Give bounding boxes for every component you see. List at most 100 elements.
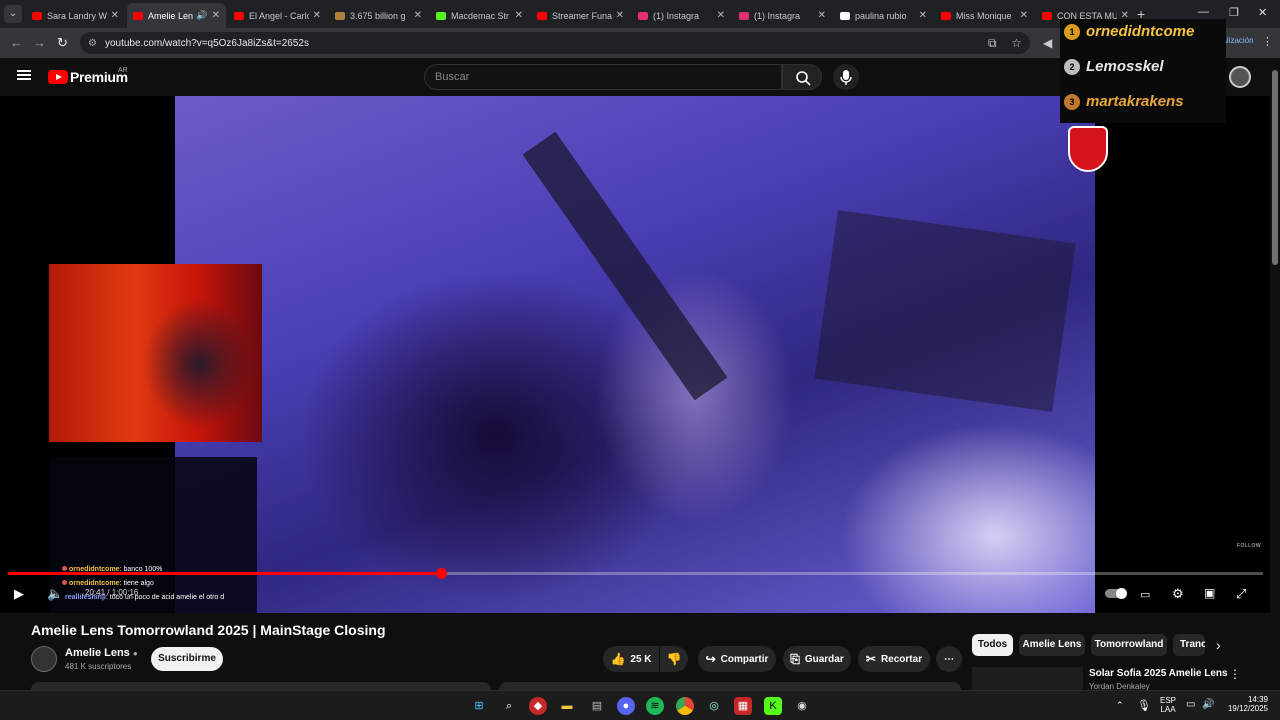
app-icon[interactable]: ◎	[705, 697, 723, 715]
like-button[interactable]: 👍 25 K	[603, 646, 659, 672]
windows-taskbar: ⊞ ⌕ ◆ ▬ ▤ ● ≋ ◎ ▦ K ◉ ⌃ 🎙 ESP LAA ▭ 🔊 14:…	[0, 690, 1280, 720]
settings-gear-icon[interactable]: ⚙	[1172, 586, 1184, 602]
close-window-icon[interactable]: ✕	[1258, 6, 1267, 19]
browser-tab[interactable]: paulina rubio ✕	[834, 3, 933, 28]
progress-scrubber[interactable]	[435, 568, 447, 579]
play-icon[interactable]: ▶	[14, 586, 24, 602]
tab-close-icon[interactable]: ✕	[111, 10, 119, 21]
more-icon[interactable]: ⋮	[1229, 667, 1241, 681]
recommendation-title[interactable]: Solar Sofia 2025 Amelie Lens	[1089, 668, 1228, 679]
tab-close-icon[interactable]: ✕	[616, 10, 624, 21]
network-icon[interactable]: ▭	[1186, 699, 1195, 710]
chip-trance[interactable]: Trance	[1173, 634, 1205, 656]
browser-tab[interactable]: Streamer Funa ✕	[531, 3, 630, 28]
tab-close-icon[interactable]: ✕	[1020, 10, 1028, 21]
tab-favicon-icon	[941, 11, 951, 20]
description-box[interactable]	[31, 682, 491, 690]
tab-title: 3.675 billion g	[350, 10, 406, 21]
tab-close-icon[interactable]: ✕	[515, 10, 523, 21]
address-bar[interactable]: ⚙ youtube.com/watch?v=q5Oz6Ja8iZs&t=2652…	[80, 32, 1030, 54]
search-input[interactable]: Buscar	[424, 64, 782, 90]
chrome-icon[interactable]	[676, 697, 694, 715]
install-app-icon[interactable]: ⧉	[988, 36, 997, 51]
recommendation-thumbnail[interactable]	[972, 667, 1083, 690]
media-app-icon[interactable]: ▦	[734, 697, 752, 715]
bookmark-star-icon[interactable]: ☆	[1011, 36, 1022, 50]
tab-title: El Angel - Carlo	[249, 10, 309, 21]
tab-audio-icon[interactable]: 🔊	[196, 10, 207, 21]
folder-app-icon[interactable]: ▤	[588, 697, 606, 715]
more-actions-button[interactable]: ⋯	[936, 646, 962, 672]
tab-close-icon[interactable]: ✕	[212, 10, 220, 21]
page-scrollbar[interactable]	[1270, 58, 1280, 690]
chip-all[interactable]: Todos	[972, 634, 1013, 656]
search-icon[interactable]: ⌕	[500, 697, 518, 715]
spotify-icon[interactable]: ≋	[646, 697, 664, 715]
tab-close-icon[interactable]: ✕	[919, 10, 927, 21]
youtube-logo-icon[interactable]	[48, 70, 68, 84]
account-avatar[interactable]	[1229, 66, 1251, 88]
chat-message: ornedidntcome: tiene algo	[62, 580, 154, 587]
volume-icon[interactable]: 🔈	[47, 586, 63, 602]
autoplay-toggle[interactable]	[1105, 588, 1127, 599]
windows-start-icon[interactable]: ⊞	[470, 697, 488, 715]
obs-icon[interactable]: ◉	[793, 697, 811, 715]
miniplayer-icon[interactable]: ▣	[1204, 586, 1215, 600]
file-explorer-icon[interactable]: ▬	[558, 697, 576, 715]
subscribe-button[interactable]: Suscribirme	[151, 647, 223, 671]
tab-title: paulina rubio	[855, 10, 907, 21]
kick-icon[interactable]: K	[764, 697, 782, 715]
browser-tab[interactable]: Miss Monique ✕	[935, 3, 1034, 28]
site-info-icon[interactable]: ⚙	[88, 38, 97, 49]
tab-close-icon[interactable]: ✕	[717, 10, 725, 21]
msi-app-icon[interactable]: ◆	[529, 697, 547, 715]
msi-logo-icon	[1068, 126, 1108, 172]
media-control-icon[interactable]: ◀	[1043, 36, 1052, 50]
channel-avatar[interactable]	[31, 646, 57, 672]
browser-tab[interactable]: El Angel - Carlo ✕	[228, 3, 327, 28]
region-code: AR	[118, 67, 128, 74]
browser-tab[interactable]: Macdemac Str ✕	[430, 3, 529, 28]
tab-favicon-icon	[1042, 11, 1052, 20]
chevron-right-icon[interactable]: ›	[1216, 637, 1221, 653]
chip-amelie-lens[interactable]: Amelie Lens	[1019, 634, 1085, 656]
fullscreen-icon[interactable]: ⤢	[1236, 586, 1246, 602]
chip-tomorrowland[interactable]: Tomorrowland	[1091, 634, 1167, 656]
back-icon[interactable]: ←	[10, 35, 23, 50]
tab-close-icon[interactable]: ✕	[313, 10, 321, 21]
browser-tab[interactable]: Amelie Lens 🔊 ✕	[127, 3, 226, 28]
language-indicator[interactable]: ESP LAA	[1160, 696, 1176, 714]
tab-search-button[interactable]: ⌄	[4, 5, 22, 23]
subtitles-icon[interactable]: ▭	[1140, 588, 1150, 601]
browser-tab[interactable]: Sara Landry W ✕	[26, 3, 125, 28]
clock[interactable]: 14:39 19/12/2025	[1226, 695, 1268, 713]
tab-close-icon[interactable]: ✕	[414, 10, 422, 21]
discord-icon[interactable]: ●	[617, 697, 635, 715]
tab-title: (1) Instagra	[754, 10, 801, 21]
forward-icon[interactable]: →	[33, 35, 46, 50]
clip-button[interactable]: ✂ Recortar	[858, 646, 930, 672]
video-frame[interactable]	[175, 96, 1095, 613]
speaker-icon[interactable]: 🔊	[1202, 699, 1214, 710]
tab-close-icon[interactable]: ✕	[818, 10, 826, 21]
dislike-button[interactable]: 👎	[660, 646, 688, 672]
search-button[interactable]	[782, 64, 822, 90]
browser-tab[interactable]: (1) Instagra ✕	[733, 3, 832, 28]
channel-name[interactable]: Amelie Lens ●	[65, 647, 138, 659]
maximize-icon[interactable]: ❐	[1229, 6, 1239, 19]
scrollbar-thumb[interactable]	[1272, 70, 1278, 265]
reload-icon[interactable]: ↻	[57, 35, 68, 51]
browser-menu-icon[interactable]: ⋮	[1262, 35, 1273, 48]
comments-box[interactable]	[499, 682, 961, 690]
save-button[interactable]: ⎘ Guardar	[783, 646, 851, 672]
progress-bar[interactable]	[8, 568, 1263, 579]
voice-search-button[interactable]	[833, 64, 859, 90]
browser-tab[interactable]: (1) Instagra ✕	[632, 3, 731, 28]
minimize-icon[interactable]: —	[1198, 6, 1209, 18]
tray-chevron-icon[interactable]: ⌃	[1116, 700, 1124, 711]
video-player[interactable]: FOLLOW ornedidntcome: banco 100% ornedid…	[0, 96, 1270, 613]
browser-tab[interactable]: 3.675 billion g ✕	[329, 3, 428, 28]
share-button[interactable]: ↪ Compartir	[698, 646, 776, 672]
mic-tray-icon[interactable]: 🎙	[1137, 699, 1151, 712]
menu-icon[interactable]	[17, 70, 31, 80]
